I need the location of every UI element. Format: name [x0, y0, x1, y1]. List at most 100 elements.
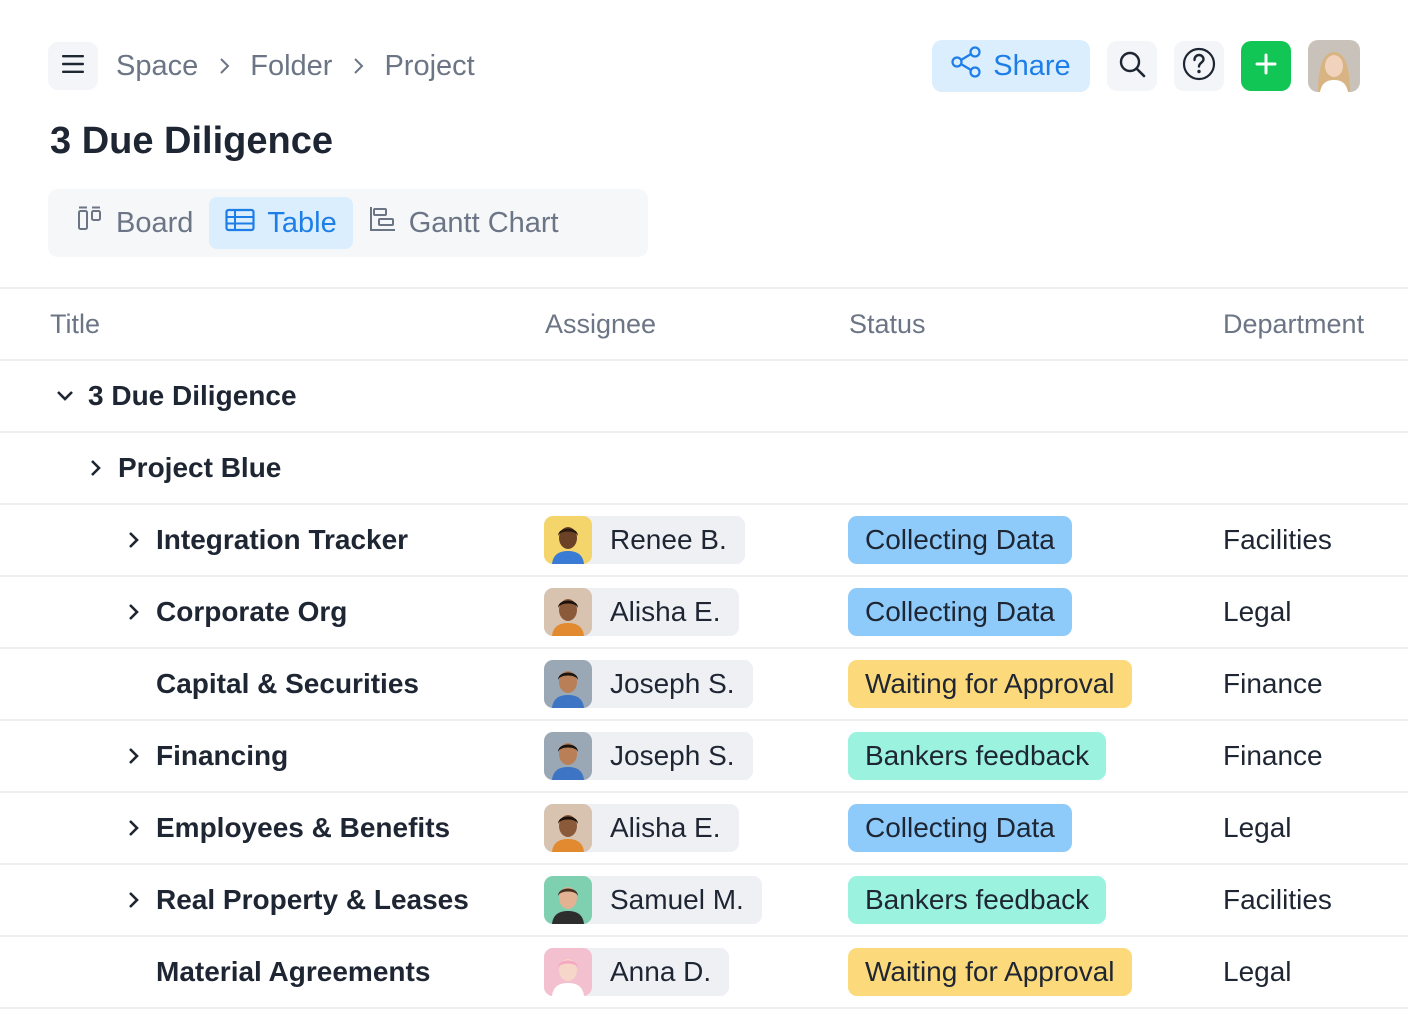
chevron-right-icon[interactable] [82, 458, 108, 478]
subgroup-row[interactable]: Project Blue [0, 433, 1408, 505]
tab-board[interactable]: Board [60, 197, 209, 249]
avatar [544, 804, 592, 852]
department-text: Facilities [1223, 884, 1332, 915]
assignee-cell: Alisha E. [544, 577, 739, 647]
chevron-down-icon[interactable] [52, 389, 78, 403]
tab-label: Board [116, 206, 194, 239]
department-cell: Finance [1223, 721, 1323, 791]
status-badge[interactable]: Collecting Data [848, 588, 1072, 636]
search-icon [1118, 50, 1146, 83]
status-badge[interactable]: Bankers feedback [848, 876, 1107, 924]
column-header-assignee[interactable]: Assignee [545, 289, 656, 359]
department-cell: Legal [1223, 577, 1292, 647]
avatar [544, 948, 592, 996]
assignee-name: Alisha E. [610, 596, 721, 627]
task-title[interactable]: Financing [156, 740, 288, 772]
chevron-right-icon[interactable] [120, 890, 146, 910]
chevron-right-icon[interactable] [120, 530, 146, 550]
table-row[interactable]: Material Agreements Anna D. Waiting for Ap… [0, 937, 1408, 1009]
help-button[interactable] [1174, 41, 1224, 91]
column-header-department[interactable]: Department [1223, 289, 1364, 359]
avatar [544, 588, 592, 636]
assignee-cell: Samuel M. [544, 865, 762, 935]
status-badge[interactable]: Bankers feedback [848, 732, 1107, 780]
status-badge[interactable]: Waiting for Approval [848, 660, 1132, 708]
title-cell: Employees & Benefits [120, 793, 450, 863]
task-title[interactable]: Real Property & Leases [156, 884, 469, 916]
task-title[interactable]: Material Agreements [156, 956, 430, 988]
board-icon [76, 205, 104, 241]
department-cell: Finance [1223, 649, 1323, 719]
department-text: Legal [1223, 956, 1292, 987]
status-cell: Collecting Data [848, 577, 1072, 647]
breadcrumb-space[interactable]: Space [116, 50, 198, 83]
tab-label: Gantt Chart [408, 206, 559, 239]
assignee-chip[interactable]: Samuel M. [544, 876, 762, 924]
table-row[interactable]: Real Property & Leases Samuel M. Bankers f… [0, 865, 1408, 937]
breadcrumb-folder[interactable]: Folder [250, 50, 332, 83]
share-button[interactable]: Share [932, 40, 1090, 92]
department-cell: Legal [1223, 793, 1292, 863]
task-title[interactable]: Employees & Benefits [156, 812, 450, 844]
title-cell: Financing [120, 721, 288, 791]
avatar [544, 732, 592, 780]
assignee-cell: Joseph S. [544, 721, 753, 791]
add-button[interactable] [1241, 41, 1291, 91]
assignee-chip[interactable]: Alisha E. [544, 588, 739, 636]
status-cell: Collecting Data [848, 793, 1072, 863]
status-badge[interactable]: Collecting Data [848, 804, 1072, 852]
avatar [544, 516, 592, 564]
breadcrumb: Space Folder Project [116, 40, 475, 92]
user-avatar[interactable] [1308, 40, 1360, 92]
task-title[interactable]: Integration Tracker [156, 524, 408, 556]
title-cell: Real Property & Leases [120, 865, 469, 935]
assignee-name: Joseph S. [610, 668, 735, 699]
chevron-right-icon[interactable] [120, 746, 146, 766]
hamburger-icon [62, 54, 84, 78]
assignee-chip[interactable]: Joseph S. [544, 660, 753, 708]
gantt-icon [369, 205, 397, 241]
chevron-right-icon [218, 57, 230, 75]
assignee-name: Anna D. [610, 956, 712, 987]
search-button[interactable] [1107, 41, 1157, 91]
status-badge[interactable]: Waiting for Approval [848, 948, 1132, 996]
table-icon [225, 207, 255, 240]
department-text: Legal [1223, 596, 1292, 627]
title-cell: Corporate Org [120, 577, 347, 647]
department-cell: Facilities [1223, 505, 1332, 575]
task-title[interactable]: Corporate Org [156, 596, 347, 628]
status-cell: Collecting Data [848, 505, 1072, 575]
table-row[interactable]: Employees & Benefits Alisha E. Collecting … [0, 793, 1408, 865]
column-header-title[interactable]: Title [50, 289, 100, 359]
tab-label: Table [267, 206, 337, 239]
assignee-chip[interactable]: Renee B. [544, 516, 745, 564]
table-row[interactable]: Capital & Securities Joseph S. Waiting for… [0, 649, 1408, 721]
tab-table[interactable]: Table [209, 197, 353, 249]
chevron-right-icon[interactable] [120, 602, 146, 622]
department-cell: Legal [1223, 937, 1292, 1007]
assignee-chip[interactable]: Joseph S. [544, 732, 753, 780]
tab-gantt-chart[interactable]: Gantt Chart [353, 197, 575, 249]
column-header-status[interactable]: Status [849, 289, 926, 359]
group-row[interactable]: 3 Due Diligence [0, 361, 1408, 433]
menu-button[interactable] [48, 42, 98, 90]
breadcrumb-project[interactable]: Project [384, 50, 474, 83]
department-text: Finance [1223, 740, 1323, 771]
subgroup-title: Project Blue [118, 452, 282, 483]
table-row[interactable]: Financing Joseph S. Bankers feedback Financ… [0, 721, 1408, 793]
department-text: Legal [1223, 812, 1292, 843]
table-row[interactable]: Integration Tracker Renee B. Collecting Da… [0, 505, 1408, 577]
title-cell: Capital & Securities [120, 649, 419, 719]
title-cell: Material Agreements [120, 937, 430, 1007]
avatar [544, 660, 592, 708]
status-badge[interactable]: Collecting Data [848, 516, 1072, 564]
assignee-cell: Alisha E. [544, 793, 739, 863]
table-row[interactable]: Corporate Org Alisha E. Collecting Data Leg… [0, 577, 1408, 649]
assignee-chip[interactable]: Anna D. [544, 948, 730, 996]
assignee-name: Alisha E. [610, 812, 721, 843]
task-title[interactable]: Capital & Securities [156, 668, 419, 700]
view-tabs: Board Table Gantt Chart [48, 189, 648, 257]
group-title: 3 Due Diligence [88, 380, 297, 411]
chevron-right-icon[interactable] [120, 818, 146, 838]
assignee-chip[interactable]: Alisha E. [544, 804, 739, 852]
